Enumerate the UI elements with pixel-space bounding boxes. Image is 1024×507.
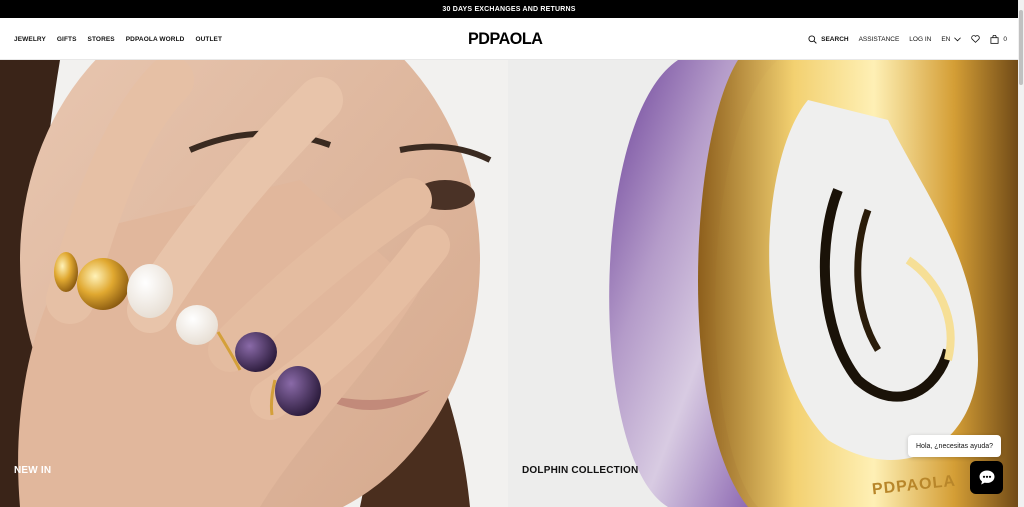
hero-left-title[interactable]: NEW IN bbox=[14, 465, 51, 476]
chat-prompt-bubble[interactable]: Hola, ¿necesitas ayuda? bbox=[908, 435, 1002, 457]
nav-item-stores[interactable]: STORES bbox=[88, 36, 115, 43]
nav-item-gifts[interactable]: GIFTS bbox=[57, 36, 77, 43]
hero-new-in[interactable]: NEW IN bbox=[0, 60, 508, 507]
bag-icon bbox=[990, 34, 999, 44]
model-photo bbox=[0, 60, 508, 507]
search-icon bbox=[808, 34, 817, 44]
promo-text: 30 DAYS EXCHANGES AND RETURNS bbox=[442, 5, 576, 13]
heart-icon[interactable] bbox=[971, 35, 981, 43]
language-label: EN bbox=[941, 35, 951, 43]
nav-item-pdpaola-world[interactable]: PDPAOLA WORLD bbox=[126, 36, 185, 43]
chevron-down-icon bbox=[954, 36, 962, 42]
main-nav: JEWELRY GIFTS STORES PDPAOLA WORLD OUTLE… bbox=[14, 18, 222, 60]
cart-button[interactable]: 0 bbox=[990, 34, 1007, 44]
hero-right-title[interactable]: DOLPHIN COLLECTION bbox=[522, 465, 638, 476]
search-label: SEARCH bbox=[821, 35, 849, 43]
language-selector[interactable]: EN bbox=[941, 35, 962, 43]
assistance-link[interactable]: ASSISTANCE bbox=[859, 36, 900, 43]
page-scrollbar[interactable] bbox=[1018, 0, 1024, 507]
promo-bar: 30 DAYS EXCHANGES AND RETURNS bbox=[0, 0, 1018, 18]
chat-launcher-button[interactable] bbox=[970, 461, 1003, 494]
cart-count: 0 bbox=[1003, 35, 1007, 43]
nav-item-outlet[interactable]: OUTLET bbox=[195, 36, 222, 43]
chat-prompt-text: Hola, ¿necesitas ayuda? bbox=[916, 442, 994, 450]
scrollbar-thumb[interactable] bbox=[1019, 10, 1023, 85]
site-header: JEWELRY GIFTS STORES PDPAOLA WORLD OUTLE… bbox=[0, 18, 1018, 60]
chat-icon bbox=[978, 469, 996, 486]
nav-item-jewelry[interactable]: JEWELRY bbox=[14, 36, 46, 43]
login-link[interactable]: LOG IN bbox=[909, 36, 931, 43]
search-button[interactable]: SEARCH bbox=[808, 34, 849, 44]
utility-nav: SEARCH ASSISTANCE LOG IN EN 0 bbox=[808, 18, 1007, 60]
brand-logo[interactable]: PDPAOLA bbox=[468, 29, 543, 49]
